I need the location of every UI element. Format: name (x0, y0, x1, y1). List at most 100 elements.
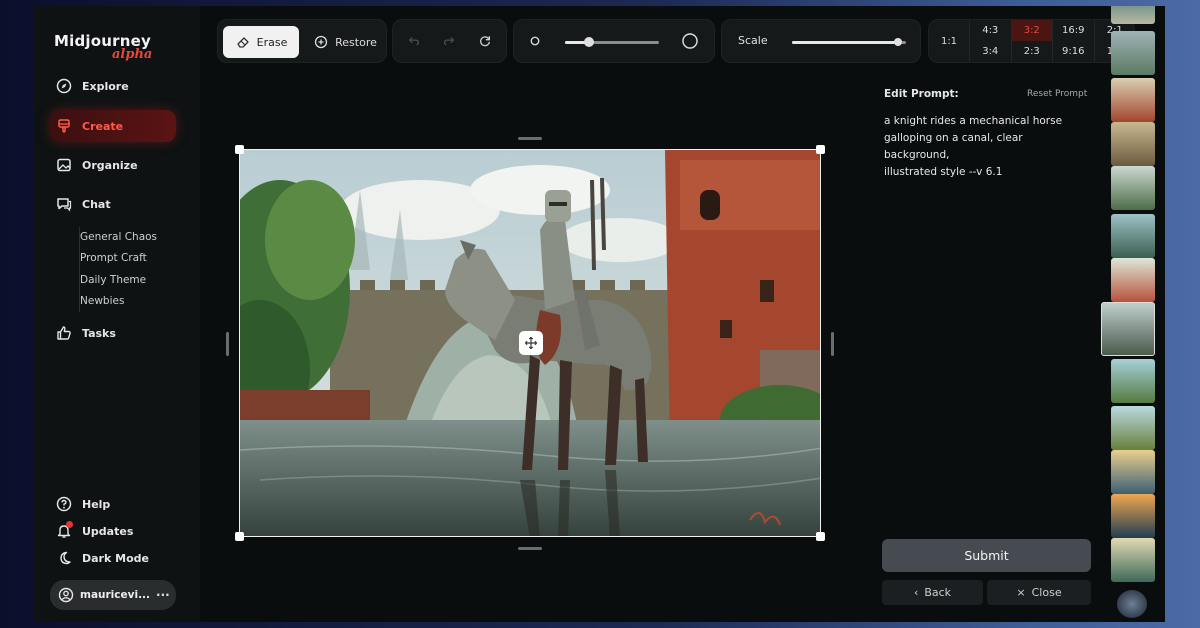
history-thumbnail-strip (1101, 6, 1156, 622)
submit-button[interactable]: Submit (882, 539, 1091, 572)
restore-button[interactable]: Restore (306, 26, 384, 58)
help-icon (56, 496, 72, 512)
brush-icon (56, 118, 72, 134)
user-avatar-icon (58, 587, 74, 603)
top-edge-handle[interactable] (518, 137, 542, 140)
plus-circle-icon (313, 34, 329, 50)
close-icon: × (1016, 586, 1026, 599)
brush-size-slider[interactable] (565, 37, 659, 47)
bell-icon (56, 521, 73, 539)
scale-slider[interactable] (792, 38, 906, 46)
history-thumbnail[interactable] (1117, 590, 1147, 618)
resize-handle-top-left[interactable] (235, 145, 244, 154)
history-thumbnail[interactable] (1111, 538, 1155, 582)
left-edge-handle[interactable] (226, 332, 229, 356)
aspect-9-16[interactable]: 9:16 (1052, 41, 1094, 62)
sidebar-item-dark-mode[interactable]: Dark Mode (50, 542, 176, 574)
image-canvas[interactable] (239, 149, 821, 537)
sidebar-item-organize[interactable]: Organize (50, 149, 176, 181)
sidebar-item-label: Updates (82, 524, 134, 538)
scale-label: Scale (738, 34, 768, 47)
prompt-input[interactable]: a knight rides a mechanical horse gallop… (884, 113, 1089, 181)
sidebar-item-label: Help (82, 497, 111, 511)
right-edge-handle[interactable] (831, 332, 834, 356)
erase-button[interactable]: Erase (223, 26, 299, 58)
scale-fill (792, 41, 898, 44)
redo-icon[interactable] (441, 33, 457, 49)
chevron-left-icon: ‹ (913, 586, 919, 599)
back-button[interactable]: ‹ Back (882, 580, 983, 605)
small-brush-icon (527, 33, 543, 49)
close-button[interactable]: × Close (987, 580, 1091, 605)
sidebar-item-label: Create (82, 119, 124, 133)
brand-tag: alpha (112, 47, 153, 62)
history-thumbnail[interactable] (1111, 122, 1155, 166)
scale-group: Scale (721, 19, 921, 63)
prompt-line: galloping on a canal, clear background, (884, 132, 1023, 161)
sidebar-item-tasks[interactable]: Tasks (50, 317, 176, 349)
sidebar-item-explore[interactable]: Explore (50, 70, 176, 102)
brush-size-knob[interactable] (584, 37, 594, 47)
username: mauricevi... (80, 589, 151, 601)
sidebar-item-chat[interactable]: Chat (50, 188, 176, 220)
aspect-4-3[interactable]: 4:3 (969, 20, 1011, 41)
history-thumbnail[interactable] (1111, 214, 1155, 258)
chat-channel-list: General Chaos Prompt Craft Daily Theme N… (79, 227, 157, 313)
scale-knob[interactable] (894, 38, 902, 46)
chat-channel-item[interactable]: Daily Theme (80, 270, 157, 291)
more-options-icon[interactable]: ··· (156, 588, 170, 602)
aspect-1-1[interactable]: 1:1 (929, 20, 969, 62)
back-label: Back (924, 586, 952, 599)
tool-mode-group: Erase Restore (217, 19, 387, 63)
prompt-line: a knight rides a mechanical horse (884, 115, 1063, 127)
restore-label: Restore (335, 35, 377, 49)
logo[interactable]: Midjourney alpha (54, 32, 152, 62)
history-thumbnail[interactable] (1111, 78, 1155, 122)
sidebar-item-label: Explore (82, 79, 129, 93)
thumbs-up-icon (56, 325, 72, 341)
history-thumbnail[interactable] (1111, 406, 1155, 450)
sidebar-item-label: Chat (82, 197, 111, 211)
history-thumbnail[interactable] (1111, 6, 1155, 24)
aspect-16-9[interactable]: 16:9 (1052, 20, 1094, 41)
sidebar-item-create[interactable]: Create (50, 110, 176, 142)
bottom-edge-handle[interactable] (518, 547, 542, 550)
chat-channel-item[interactable]: Newbies (80, 291, 157, 312)
reset-prompt-link[interactable]: Reset Prompt (1027, 89, 1087, 99)
erase-label: Erase (256, 35, 288, 49)
aspect-2-3[interactable]: 2:3 (1010, 41, 1053, 62)
refresh-icon[interactable] (477, 33, 493, 49)
compass-icon (56, 78, 72, 94)
sidebar-item-label: Dark Mode (82, 551, 149, 565)
edit-prompt-label: Edit Prompt: (884, 88, 959, 100)
history-group (392, 19, 507, 63)
app-window: Midjourney alpha Explore Create Organize (34, 6, 1165, 622)
move-icon[interactable] (519, 331, 543, 355)
chat-icon (56, 196, 72, 212)
sidebar-item-label: Organize (82, 158, 138, 172)
prompt-line: illustrated style --v 6.1 (884, 166, 1003, 178)
history-thumbnail[interactable] (1111, 31, 1155, 75)
sidebar: Midjourney alpha Explore Create Organize (34, 6, 200, 622)
sidebar-item-label: Tasks (82, 326, 116, 340)
chat-channel-item[interactable]: General Chaos (80, 227, 157, 248)
history-thumbnail[interactable] (1111, 359, 1155, 403)
history-thumbnail[interactable] (1111, 450, 1155, 494)
resize-handle-top-right[interactable] (816, 145, 825, 154)
image-icon (56, 157, 72, 173)
undo-icon[interactable] (406, 33, 422, 49)
aspect-3-4[interactable]: 3:4 (969, 41, 1011, 62)
aspect-3-2[interactable]: 3:2 (1010, 20, 1052, 41)
history-thumbnail[interactable] (1111, 494, 1155, 538)
resize-handle-bottom-right[interactable] (816, 532, 825, 541)
chat-channel-item[interactable]: Prompt Craft (80, 248, 157, 269)
resize-handle-bottom-left[interactable] (235, 532, 244, 541)
user-menu[interactable]: mauricevi... ··· (50, 580, 176, 610)
history-thumbnail[interactable] (1111, 258, 1155, 302)
history-thumbnail-selected[interactable] (1101, 302, 1155, 356)
history-thumbnail[interactable] (1111, 166, 1155, 210)
aspect-ratio-group: 1:1 4:3 3:2 16:9 2:1 3:4 2:3 9:16 1:2 (928, 19, 1135, 63)
brush-size-group (513, 19, 715, 63)
moon-icon (56, 550, 72, 566)
notification-badge (66, 521, 73, 528)
